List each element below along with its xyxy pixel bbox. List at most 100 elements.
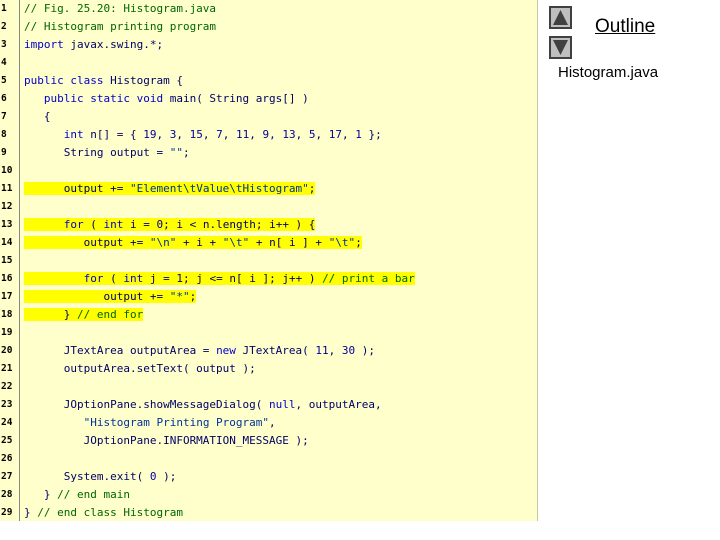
code-token: // end class Histogram	[37, 506, 183, 519]
code-text: outputArea.setText( output );	[24, 360, 256, 378]
code-line: 6 public static void main( String args[]…	[0, 90, 538, 108]
code-token: ,	[249, 128, 263, 141]
code-token: output +=	[24, 290, 170, 303]
file-name-label: Histogram.java	[558, 64, 659, 81]
code-line: 24 "Histogram Printing Program",	[0, 414, 538, 432]
code-token: import	[24, 38, 64, 51]
line-number: 17	[1, 291, 13, 302]
code-text: System.exit( 0 );	[24, 468, 177, 486]
line-number: 15	[1, 255, 13, 266]
line-number: 9	[1, 147, 7, 158]
code-token: 11	[315, 344, 329, 357]
code-line: 9 String output = "";	[0, 144, 538, 162]
previous-slide-button[interactable]	[549, 6, 572, 29]
code-token: JOptionPane.INFORMATION_MESSAGE );	[24, 434, 309, 447]
code-line: 22	[0, 378, 538, 396]
code-token: "\t"	[222, 236, 250, 249]
code-token: int	[24, 128, 84, 141]
line-number: 19	[1, 327, 13, 338]
code-text: output += "\n" + i + "\t" + n[ i ] + "\t…	[24, 234, 362, 252]
code-text: } // end class Histogram	[24, 504, 183, 522]
code-text: for ( int j = 1; j <= n[ i ]; j++ ) // p…	[24, 270, 415, 288]
code-token: ,	[222, 128, 236, 141]
line-number: 4	[1, 57, 7, 68]
code-token: null	[269, 398, 296, 411]
code-line: 8 int n[] = { 19, 3, 15, 7, 11, 9, 13, 5…	[0, 126, 538, 144]
code-token: 13	[282, 128, 296, 141]
code-text: } // end for	[24, 306, 144, 324]
code-text: String output = "";	[24, 144, 190, 162]
code-token: i =	[123, 218, 157, 231]
line-number: 6	[1, 93, 7, 104]
code-token: "\t"	[328, 236, 356, 249]
outline-link[interactable]: Outline	[595, 16, 655, 38]
code-line: 11 output += "Element\tValue\tHistogram"…	[0, 180, 538, 198]
code-text: "Histogram Printing Program",	[24, 414, 276, 432]
line-number: 21	[1, 363, 13, 374]
code-line: 18 } // end for	[0, 306, 538, 324]
line-number: 1	[1, 3, 7, 14]
line-number: 29	[1, 507, 13, 518]
code-token: ,	[328, 344, 342, 357]
line-number: 3	[1, 39, 7, 50]
code-token: ;	[355, 236, 362, 249]
code-token: int	[123, 272, 144, 285]
code-line: 21 outputArea.setText( output );	[0, 360, 538, 378]
code-token: "\n"	[149, 236, 177, 249]
code-token: new	[216, 344, 236, 357]
code-line: 26	[0, 450, 538, 468]
code-token: public static void	[24, 92, 164, 105]
code-token: 7	[216, 128, 223, 141]
code-token: 17	[328, 128, 342, 141]
code-token: }	[24, 308, 77, 321]
code-token: JTextArea(	[235, 344, 316, 357]
code-token: String output =	[24, 146, 170, 159]
code-token: );	[355, 344, 376, 357]
code-token: ""	[169, 146, 183, 159]
code-line: 7 {	[0, 108, 538, 126]
line-number: 22	[1, 381, 13, 392]
code-token: System.exit(	[24, 470, 150, 483]
line-number: 14	[1, 237, 13, 248]
code-token: // end main	[57, 488, 130, 501]
line-number: 23	[1, 399, 13, 410]
code-token: }	[24, 506, 38, 519]
code-token: main( String args[] )	[163, 92, 309, 105]
code-token: + i +	[176, 236, 223, 249]
line-number: 16	[1, 273, 13, 284]
line-number: 27	[1, 471, 13, 482]
code-listing-panel: 1 // Fig. 25.20: Histogram.java 2 // Histog…	[0, 0, 538, 521]
code-token: ,	[176, 128, 190, 141]
code-token: output +=	[24, 236, 150, 249]
code-text: import javax.swing.*;	[24, 36, 163, 54]
code-token: ; i < n.length; i++ ) {	[163, 218, 316, 231]
code-token: 1	[355, 128, 362, 141]
code-token: ,	[269, 416, 276, 429]
code-text: // Fig. 25.20: Histogram.java	[24, 0, 216, 18]
code-token: (	[83, 218, 104, 231]
code-token: (	[103, 272, 124, 285]
code-token: public class	[24, 74, 104, 87]
code-token: // Fig. 25.20: Histogram.java	[24, 2, 217, 15]
code-text: } // end main	[24, 486, 130, 504]
code-text: // Histogram printing program	[24, 18, 216, 36]
code-line: 28 } // end main	[0, 486, 538, 504]
line-number: 5	[1, 75, 7, 86]
code-line: 20 JTextArea outputArea = new JTextArea(…	[0, 342, 538, 360]
code-token: "*"	[169, 290, 190, 303]
code-token: JOptionPane.showMessageDialog(	[24, 398, 270, 411]
code-line: 25 JOptionPane.INFORMATION_MESSAGE );	[0, 432, 538, 450]
code-line: 16 for ( int j = 1; j <= n[ i ]; j++ ) /…	[0, 270, 538, 288]
code-text: public class Histogram {	[24, 72, 183, 90]
next-slide-button[interactable]	[549, 36, 572, 59]
code-token: n[] = {	[83, 128, 144, 141]
code-line: 29} // end class Histogram	[0, 504, 538, 522]
code-token: ,	[341, 128, 356, 141]
line-number: 13	[1, 219, 13, 230]
triangle-down-icon	[553, 40, 568, 55]
code-line: 5 public class Histogram {	[0, 72, 538, 90]
line-number: 12	[1, 201, 13, 212]
code-token: "Histogram Printing Program"	[83, 416, 270, 429]
code-token: j =	[143, 272, 177, 285]
code-token: 15	[189, 128, 203, 141]
